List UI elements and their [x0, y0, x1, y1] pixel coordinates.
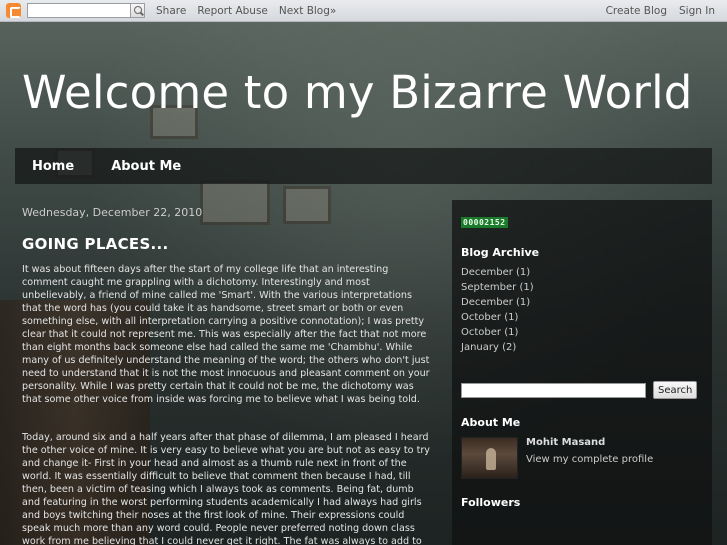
blog-archive-title: Blog Archive — [461, 246, 540, 259]
report-abuse-link[interactable]: Report Abuse — [197, 5, 268, 17]
sidebar-search-input[interactable] — [461, 382, 646, 398]
archive-item[interactable]: January (2) — [461, 340, 703, 355]
page-tabs: Home About Me — [15, 148, 712, 184]
about-me-widget: Mohit Masand View my complete profile — [461, 437, 703, 479]
visitor-counter[interactable]: 00002152 — [461, 217, 508, 228]
blog-title[interactable]: Welcome to my Bizarre World — [22, 66, 693, 119]
tab-about-me[interactable]: About Me — [111, 159, 181, 174]
sidebar: 00002152 Blog Archive December (1) Septe… — [452, 200, 712, 545]
create-blog-link[interactable]: Create Blog — [606, 5, 667, 17]
blogger-logo-icon[interactable] — [6, 3, 21, 18]
blogger-navbar: Share Report Abuse Next Blog» Create Blo… — [0, 0, 727, 22]
archive-item[interactable]: October (1) — [461, 310, 703, 325]
navbar-search-input[interactable] — [27, 3, 131, 18]
post-paragraph: Today, around six and a half years after… — [22, 432, 430, 545]
sign-in-link[interactable]: Sign In — [679, 5, 715, 17]
share-link[interactable]: Share — [156, 5, 186, 17]
profile-name[interactable]: Mohit Masand — [526, 437, 653, 448]
navbar-right: Create Blog Sign In — [606, 5, 727, 17]
sidebar-search: Search — [461, 381, 703, 399]
avatar[interactable] — [461, 437, 518, 479]
archive-item[interactable]: December (1) — [461, 295, 703, 310]
search-icon[interactable] — [130, 3, 145, 18]
about-text: Mohit Masand View my complete profile — [526, 437, 653, 479]
archive-item[interactable]: October (1) — [461, 325, 703, 340]
post-paragraph: It was about fifteen days after the star… — [22, 264, 430, 405]
archive-item[interactable]: September (1) — [461, 280, 703, 295]
about-me-title: About Me — [461, 416, 521, 429]
tab-home[interactable]: Home — [32, 159, 74, 174]
sidebar-search-button[interactable]: Search — [653, 381, 698, 399]
post-title[interactable]: GOING PLACES... — [22, 235, 432, 253]
view-profile-link[interactable]: View my complete profile — [526, 454, 653, 465]
archive-list: December (1) September (1) December (1) … — [461, 265, 703, 355]
post-date: Wednesday, December 22, 2010 — [22, 206, 203, 219]
followers-title: Followers — [461, 496, 521, 509]
main-column: Wednesday, December 22, 2010 GOING PLACE… — [22, 200, 432, 545]
next-blog-link[interactable]: Next Blog» — [279, 5, 336, 17]
post-body: It was about fifteen days after the star… — [22, 263, 432, 545]
archive-item[interactable]: December (1) — [461, 265, 703, 280]
